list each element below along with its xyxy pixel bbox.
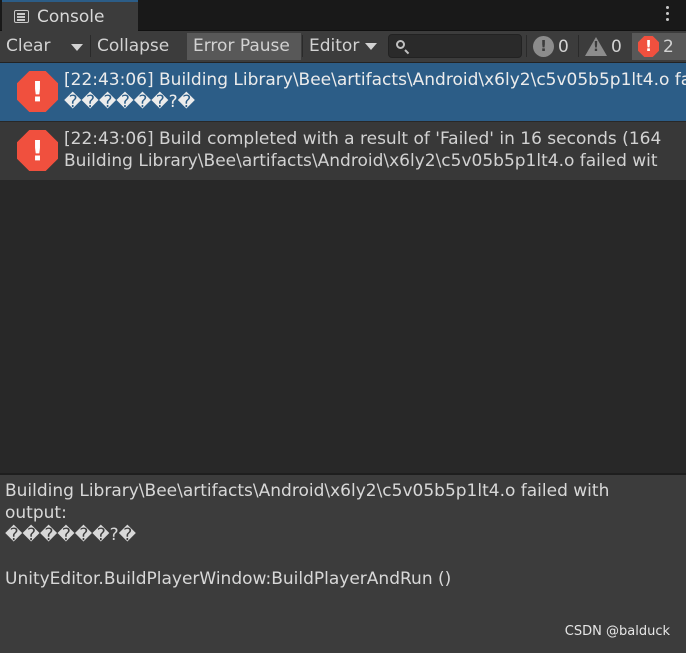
warning-count-toggle[interactable]: ! 0 [579, 33, 629, 60]
log-entry-text: [22:43:06] Build completed with a result… [64, 128, 661, 172]
error-icon: ! [17, 71, 58, 112]
warning-count: 0 [611, 36, 622, 57]
chevron-down-icon [71, 44, 83, 51]
warning-icon: ! [585, 37, 607, 56]
console-toolbar: Clear Collapse Error Pause Editor ! 0 ! … [0, 31, 686, 63]
info-count-toggle[interactable]: ! 0 [527, 33, 577, 60]
editor-dropdown[interactable]: Editor [303, 33, 385, 60]
error-count-toggle[interactable]: ! 2 [632, 33, 686, 60]
info-icon: ! [533, 36, 554, 57]
error-pause-toggle[interactable]: Error Pause [187, 33, 301, 60]
log-entry-line1: [22:43:06] Build completed with a result… [64, 129, 662, 149]
search-input[interactable] [388, 34, 522, 58]
log-entry[interactable]: ! [22:43:06] Build completed with a resu… [0, 122, 686, 180]
clear-button[interactable]: Clear [0, 33, 66, 60]
log-entry-line2: ������?� [64, 92, 196, 112]
log-list[interactable]: ! [22:43:06] Building Library\Bee\artifa… [0, 63, 686, 473]
log-detail-text: Building Library\Bee\artifacts\Android\x… [5, 481, 610, 589]
clear-options-dropdown[interactable] [66, 33, 90, 60]
tab-bar: Console [0, 0, 686, 31]
search-icon [396, 40, 405, 49]
info-count: 0 [558, 36, 569, 57]
error-icon: ! [638, 36, 659, 57]
chevron-down-icon [365, 43, 378, 50]
tab-title: Console [37, 6, 105, 27]
editor-dropdown-label: Editor [309, 36, 360, 56]
log-entry-text: [22:43:06] Building Library\Bee\artifact… [64, 69, 686, 113]
log-entry[interactable]: ! [22:43:06] Building Library\Bee\artifa… [0, 63, 686, 121]
watermark: CSDN @balduck [564, 624, 670, 639]
error-icon: ! [17, 130, 58, 171]
collapse-toggle[interactable]: Collapse [91, 33, 186, 60]
tab-console[interactable]: Console [2, 0, 138, 31]
log-entry-line1: [22:43:06] Building Library\Bee\artifact… [64, 70, 686, 90]
error-count: 2 [663, 36, 674, 57]
more-options-icon[interactable] [666, 6, 670, 21]
log-detail-panel[interactable]: Building Library\Bee\artifacts\Android\x… [0, 475, 686, 653]
console-icon [14, 10, 29, 23]
log-entry-line2: Building Library\Bee\artifacts\Android\x… [64, 151, 658, 171]
